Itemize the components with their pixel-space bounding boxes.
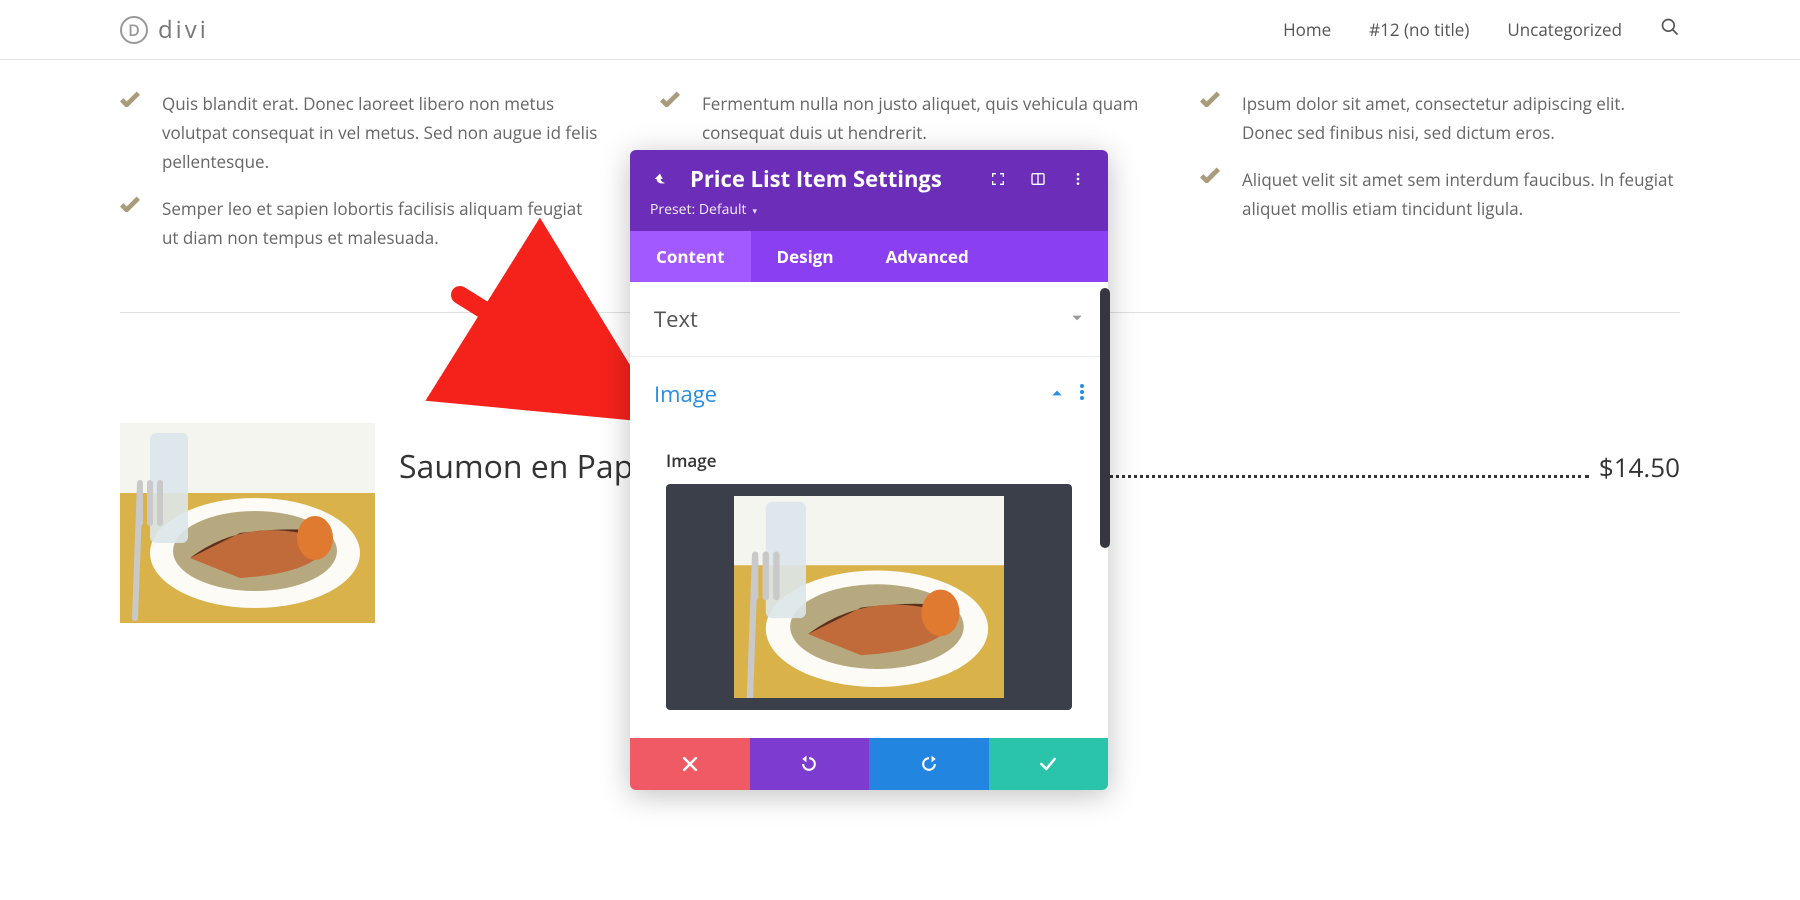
feature-text: Aliquet velit sit amet sem interdum fauc… (1242, 166, 1680, 224)
site-logo[interactable]: D divi (120, 13, 209, 46)
undo-button[interactable] (750, 738, 870, 790)
section-options-icon[interactable] (1080, 383, 1084, 405)
cancel-button[interactable] (630, 738, 750, 790)
nav-page-12[interactable]: #12 (no title) (1369, 18, 1469, 41)
modal-body: Text Image Image (630, 282, 1108, 738)
feature-item: Semper leo et sapien lobortis facilisis … (120, 195, 600, 253)
save-button[interactable] (989, 738, 1109, 790)
chevron-up-icon (1050, 383, 1064, 405)
primary-nav: Home #12 (no title) Uncategorized (1283, 17, 1680, 42)
site-header: D divi Home #12 (no title) Uncategorized (0, 0, 1800, 60)
feature-text: Quis blandit erat. Donec laoreet libero … (162, 90, 600, 177)
modal-footer (630, 738, 1108, 790)
tab-design[interactable]: Design (751, 231, 860, 282)
section-image-title: Image (654, 379, 717, 409)
image-preview (734, 496, 1004, 698)
snap-icon[interactable] (1028, 171, 1048, 187)
nav-uncategorized[interactable]: Uncategorized (1507, 18, 1622, 41)
check-icon (660, 90, 680, 112)
section-text-title: Text (654, 304, 698, 334)
logo-text: divi (158, 13, 209, 46)
modal-header[interactable]: Price List Item Settings Preset: Default (630, 150, 1108, 231)
feature-text: Ipsum dolor sit amet, consectetur adipis… (1242, 90, 1680, 148)
dish-thumbnail (120, 423, 375, 623)
search-icon[interactable] (1660, 17, 1680, 42)
check-icon (1200, 166, 1220, 188)
image-field-label: Image (666, 449, 1072, 472)
check-icon (120, 195, 140, 217)
feature-text: Semper leo et sapien lobortis facilisis … (162, 195, 600, 253)
caret-down-icon (752, 200, 757, 219)
feature-text: Fermentum nulla non justo aliquet, quis … (702, 90, 1140, 148)
tab-advanced[interactable]: Advanced (860, 231, 995, 282)
modal-title: Price List Item Settings (690, 164, 968, 194)
settings-modal: Price List Item Settings Preset: Default… (630, 150, 1108, 790)
modal-scrollbar[interactable] (1100, 288, 1110, 548)
annotation-arrow-icon (450, 285, 650, 440)
feature-item: Aliquet velit sit amet sem interdum fauc… (1200, 166, 1680, 224)
tab-content[interactable]: Content (630, 231, 751, 282)
nav-home[interactable]: Home (1283, 18, 1331, 41)
feature-item: Ipsum dolor sit amet, consectetur adipis… (1200, 90, 1680, 148)
feature-col-1: Quis blandit erat. Donec laoreet libero … (120, 90, 600, 252)
focus-mode-icon[interactable] (988, 171, 1008, 187)
feature-item: Fermentum nulla non justo aliquet, quis … (660, 90, 1140, 148)
dish-title: Saumon en Papil (399, 445, 649, 488)
section-image-body: Image (630, 431, 1108, 738)
modal-tabs: Content Design Advanced (630, 231, 1108, 282)
dish-price: $14.50 (1599, 449, 1680, 485)
logo-mark-icon: D (120, 16, 148, 44)
back-icon[interactable] (650, 171, 670, 187)
chevron-down-icon (1070, 308, 1084, 330)
section-image[interactable]: Image (630, 357, 1108, 431)
feature-col-3: Ipsum dolor sit amet, consectetur adipis… (1200, 90, 1680, 252)
check-icon (1200, 90, 1220, 112)
feature-item: Quis blandit erat. Donec laoreet libero … (120, 90, 600, 177)
preset-label: Preset: Default (650, 200, 746, 219)
redo-button[interactable] (869, 738, 989, 790)
section-text[interactable]: Text (630, 282, 1108, 357)
preset-dropdown[interactable]: Preset: Default (650, 200, 1088, 219)
more-icon[interactable] (1068, 171, 1088, 187)
image-upload-well[interactable] (666, 484, 1072, 710)
check-icon (120, 90, 140, 112)
